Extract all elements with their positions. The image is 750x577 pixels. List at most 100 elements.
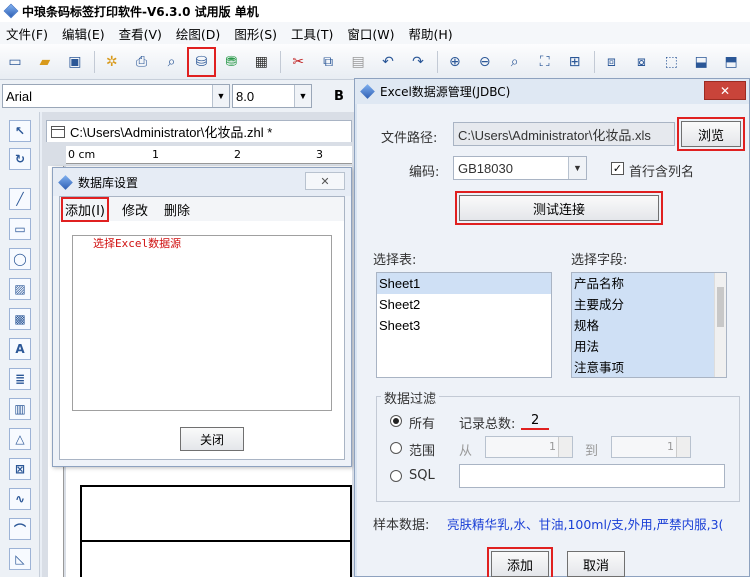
ellipse-tool-icon[interactable]: ◯ (9, 248, 31, 270)
zoom-in-icon[interactable]: ⊕ (444, 51, 466, 73)
copy-icon[interactable]: ⧉ (317, 51, 339, 73)
horizontal-ruler: 0 cm 1 2 3 (66, 146, 352, 164)
list-item[interactable]: Sheet1 (377, 273, 551, 294)
font-select[interactable]: Arial ▼ (2, 84, 230, 108)
document-tab[interactable]: C:\Users\Administrator\化妆品.zhl * (46, 120, 352, 142)
barcode-tool-icon[interactable]: ▥ (9, 398, 31, 420)
record-count-label: 记录总数: (459, 417, 516, 432)
database-dialog-body: 添加(I) 修改 删除 选择Excel数据源 关闭 (59, 196, 345, 460)
menu-window[interactable]: 窗口(W) (347, 24, 394, 43)
print-icon[interactable]: ⎙ (131, 51, 153, 73)
menu-shape[interactable]: 图形(S) (234, 24, 277, 43)
window-title: 中琅条码标签打印软件-V6.3.0 试用版 单机 (22, 4, 259, 19)
range-from-stepper[interactable]: 1 (485, 436, 573, 458)
add-button[interactable]: 添加 (487, 547, 553, 577)
datasource-list[interactable]: 选择Excel数据源 (72, 235, 332, 411)
filter-sql-label: SQL (409, 468, 435, 483)
new-file-icon[interactable]: ▭ (4, 51, 26, 73)
align-icon[interactable]: ⬚ (660, 51, 682, 73)
redo-icon[interactable]: ↷ (407, 51, 429, 73)
shape-tool-icon[interactable]: △ (9, 428, 31, 450)
rectangle-tool-icon[interactable]: ▭ (9, 218, 31, 240)
polygon-tool-icon[interactable]: ◺ (9, 548, 31, 570)
menu-file[interactable]: 文件(F) (6, 24, 48, 43)
undo-icon[interactable]: ↶ (377, 51, 399, 73)
database-settings-dialog: 数据库设置 ✕ 添加(I) 修改 删除 选择Excel数据源 关闭 (52, 167, 352, 467)
qrcode-tool-icon[interactable]: ⊠ (9, 458, 31, 480)
chevron-down-icon[interactable]: ▼ (212, 85, 229, 107)
font-size-value: 8.0 (236, 88, 255, 104)
browse-button[interactable]: 浏览 (677, 117, 745, 151)
image-tool-icon[interactable]: ▨ (9, 278, 31, 300)
actual-size-icon[interactable]: ⊞ (564, 51, 586, 73)
bold-button[interactable]: B (334, 89, 344, 104)
print-preview-icon[interactable]: ⌕ (161, 51, 183, 73)
encoding-select[interactable]: GB18030 ▼ (453, 156, 587, 180)
list-item[interactable]: 注意事项 (572, 357, 726, 377)
encoding-label: 编码: (409, 165, 440, 180)
list-item[interactable]: 规格 (572, 315, 726, 336)
ruler-label: 1 (152, 148, 159, 161)
list-item[interactable]: 产品名称 (572, 273, 726, 294)
menu-help[interactable]: 帮助(H) (409, 24, 453, 43)
test-connection-button[interactable]: 测试连接 (455, 191, 663, 225)
field-list-scrollbar[interactable] (714, 273, 726, 377)
sql-input[interactable] (459, 464, 725, 488)
grid-icon[interactable]: ▦ (250, 51, 272, 73)
open-folder-icon[interactable]: ▰ (34, 51, 56, 73)
database-refresh-icon[interactable]: ⛃ (220, 51, 242, 73)
zoom-out-icon[interactable]: ⊖ (474, 51, 496, 73)
picture-tool-icon[interactable]: ▩ (9, 308, 31, 330)
cut-icon[interactable]: ✂ (287, 51, 309, 73)
database-dialog-title: 数据库设置 (78, 175, 139, 190)
curve-tool-icon[interactable]: ∿ (9, 488, 31, 510)
zoom-search-icon[interactable]: ⌕ (504, 51, 526, 73)
range-to-stepper[interactable]: 1 (611, 436, 691, 458)
file-path-label: 文件路径: (381, 131, 438, 146)
chevron-down-icon[interactable]: ▼ (294, 85, 311, 107)
close-icon[interactable]: ✕ (305, 172, 345, 190)
chevron-down-icon[interactable]: ▼ (568, 157, 586, 179)
close-icon[interactable]: ✕ (704, 81, 746, 100)
group-icon[interactable]: ⧈ (601, 51, 623, 73)
rich-text-tool-icon[interactable]: ≣ (9, 368, 31, 390)
database-settings-icon[interactable]: ⛁ (186, 46, 217, 77)
list-item[interactable]: 用法 (572, 336, 726, 357)
close-button[interactable]: 关闭 (180, 427, 244, 451)
arc-tool-icon[interactable]: ⌒ (9, 518, 31, 540)
bring-front-icon[interactable]: ⬒ (720, 51, 742, 73)
table-list[interactable]: Sheet1 Sheet2 Sheet3 (376, 272, 552, 378)
ungroup-icon[interactable]: ⧇ (630, 51, 652, 73)
paste-icon[interactable]: ▤ (347, 51, 369, 73)
distribute-icon[interactable]: ⬓ (690, 51, 712, 73)
cancel-button[interactable]: 取消 (567, 551, 625, 577)
save-icon[interactable]: ▣ (64, 51, 86, 73)
field-list[interactable]: 产品名称 主要成分 规格 用法 注意事项 (571, 272, 727, 378)
add-datasource-menu[interactable]: 添加(I) (61, 196, 109, 222)
delete-datasource-menu[interactable]: 删除 (164, 200, 190, 219)
list-item[interactable]: Sheet2 (377, 294, 551, 315)
list-item[interactable]: Sheet3 (377, 315, 551, 336)
line-tool-icon[interactable]: ╱ (9, 188, 31, 210)
text-tool-icon[interactable]: A (9, 338, 31, 360)
menu-draw[interactable]: 绘图(D) (176, 24, 220, 43)
file-path-field[interactable]: C:\Users\Administrator\化妆品.xls (453, 122, 675, 146)
filter-range-radio[interactable] (390, 442, 402, 454)
pointer-tool-icon[interactable]: ↖ (9, 120, 31, 142)
menu-view[interactable]: 查看(V) (119, 24, 162, 43)
excel-datasource-dialog: Excel数据源管理(JDBC) ✕ 文件路径: C:\Users\Admini… (354, 78, 750, 577)
settings-gear-icon[interactable]: ✲ (101, 51, 123, 73)
filter-sql-radio[interactable] (390, 470, 402, 482)
filter-all-radio[interactable] (390, 415, 402, 427)
pan-tool-icon[interactable]: ↻ (9, 148, 31, 170)
menu-edit[interactable]: 编辑(E) (62, 24, 105, 43)
excel-selection-panel: 选择表: Sheet1 Sheet2 Sheet3 选择字段: 产品名称 主要成… (357, 228, 749, 577)
list-item[interactable]: 主要成分 (572, 294, 726, 315)
edit-datasource-menu[interactable]: 修改 (122, 200, 148, 219)
fit-page-icon[interactable]: ⛶ (534, 51, 556, 73)
font-size-select[interactable]: 8.0 ▼ (232, 84, 312, 108)
header-row-checkbox[interactable]: ✓ (611, 162, 624, 175)
database-dialog-icon (58, 174, 73, 190)
menu-tools[interactable]: 工具(T) (291, 24, 333, 43)
encoding-value: GB18030 (458, 160, 513, 176)
